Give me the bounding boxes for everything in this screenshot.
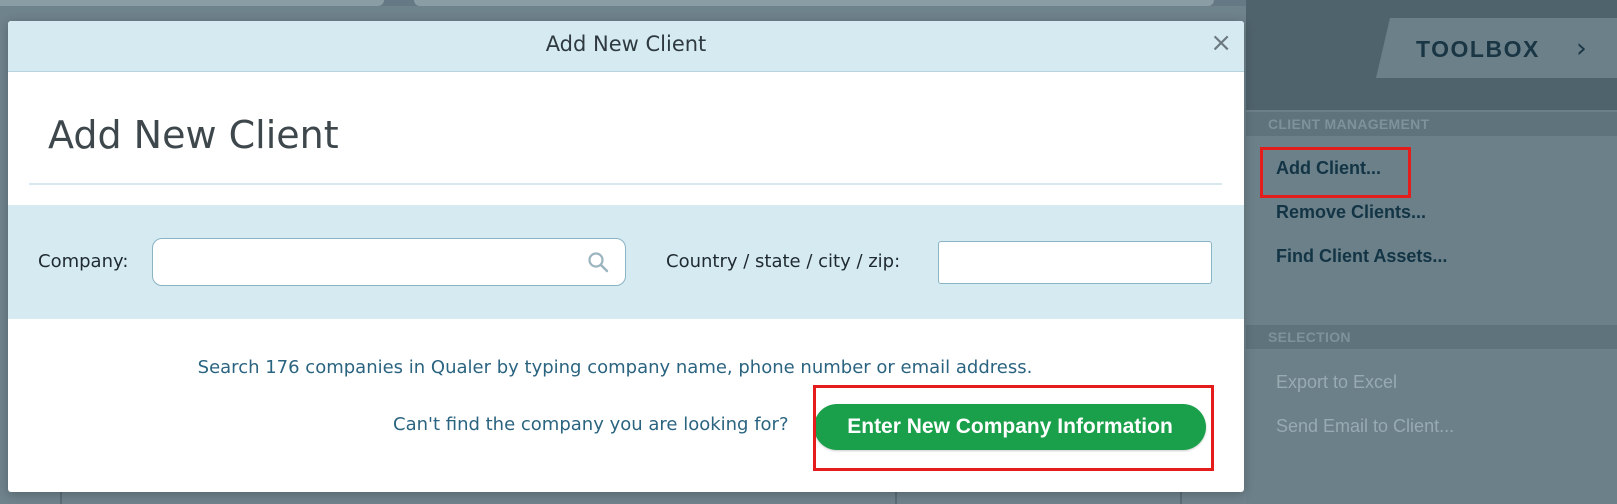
location-label: Country / state / city / zip: (666, 251, 901, 272)
search-band: Company: Country / state / city / zip: (8, 205, 1244, 319)
company-input[interactable] (153, 239, 625, 285)
dialog-heading: Add New Client (48, 113, 339, 157)
close-icon[interactable]: × (1210, 30, 1232, 56)
dialog-title: Add New Client (545, 32, 707, 56)
section-client-management: CLIENT MANAGEMENT (1246, 112, 1617, 136)
section-title: CLIENT MANAGEMENT (1268, 116, 1430, 132)
location-field[interactable] (938, 241, 1212, 284)
company-label: Company: (38, 251, 129, 272)
toolbox-item-remove-clients[interactable]: Remove Clients... (1276, 202, 1426, 223)
section-title: SELECTION (1268, 329, 1351, 345)
toolbox-title[interactable]: TOOLBOX (1416, 36, 1540, 63)
company-search-field[interactable] (152, 238, 626, 286)
enter-button-highlight (813, 385, 1214, 471)
toolbox-panel: TOOLBOX › CLIENT MANAGEMENT Add Client..… (1246, 0, 1617, 504)
heading-divider (29, 183, 1222, 185)
toolbox-item-export-to-excel[interactable]: Export to Excel (1276, 372, 1397, 393)
toolbox-item-find-client-assets[interactable]: Find Client Assets... (1276, 246, 1447, 267)
cant-find-text: Can't find the company you are looking f… (393, 414, 789, 435)
toolbox-item-send-email[interactable]: Send Email to Client... (1276, 416, 1454, 437)
dialog-titlebar: Add New Client × (8, 21, 1244, 72)
toolbox-header: TOOLBOX › (1246, 0, 1617, 110)
search-hint: Search 176 companies in Qualer by typing… (197, 357, 1033, 378)
search-icon[interactable] (587, 251, 609, 273)
location-input[interactable] (939, 242, 1211, 283)
chevron-right-icon[interactable]: › (1576, 33, 1587, 64)
section-selection: SELECTION (1246, 325, 1617, 349)
add-client-highlight (1260, 147, 1411, 198)
